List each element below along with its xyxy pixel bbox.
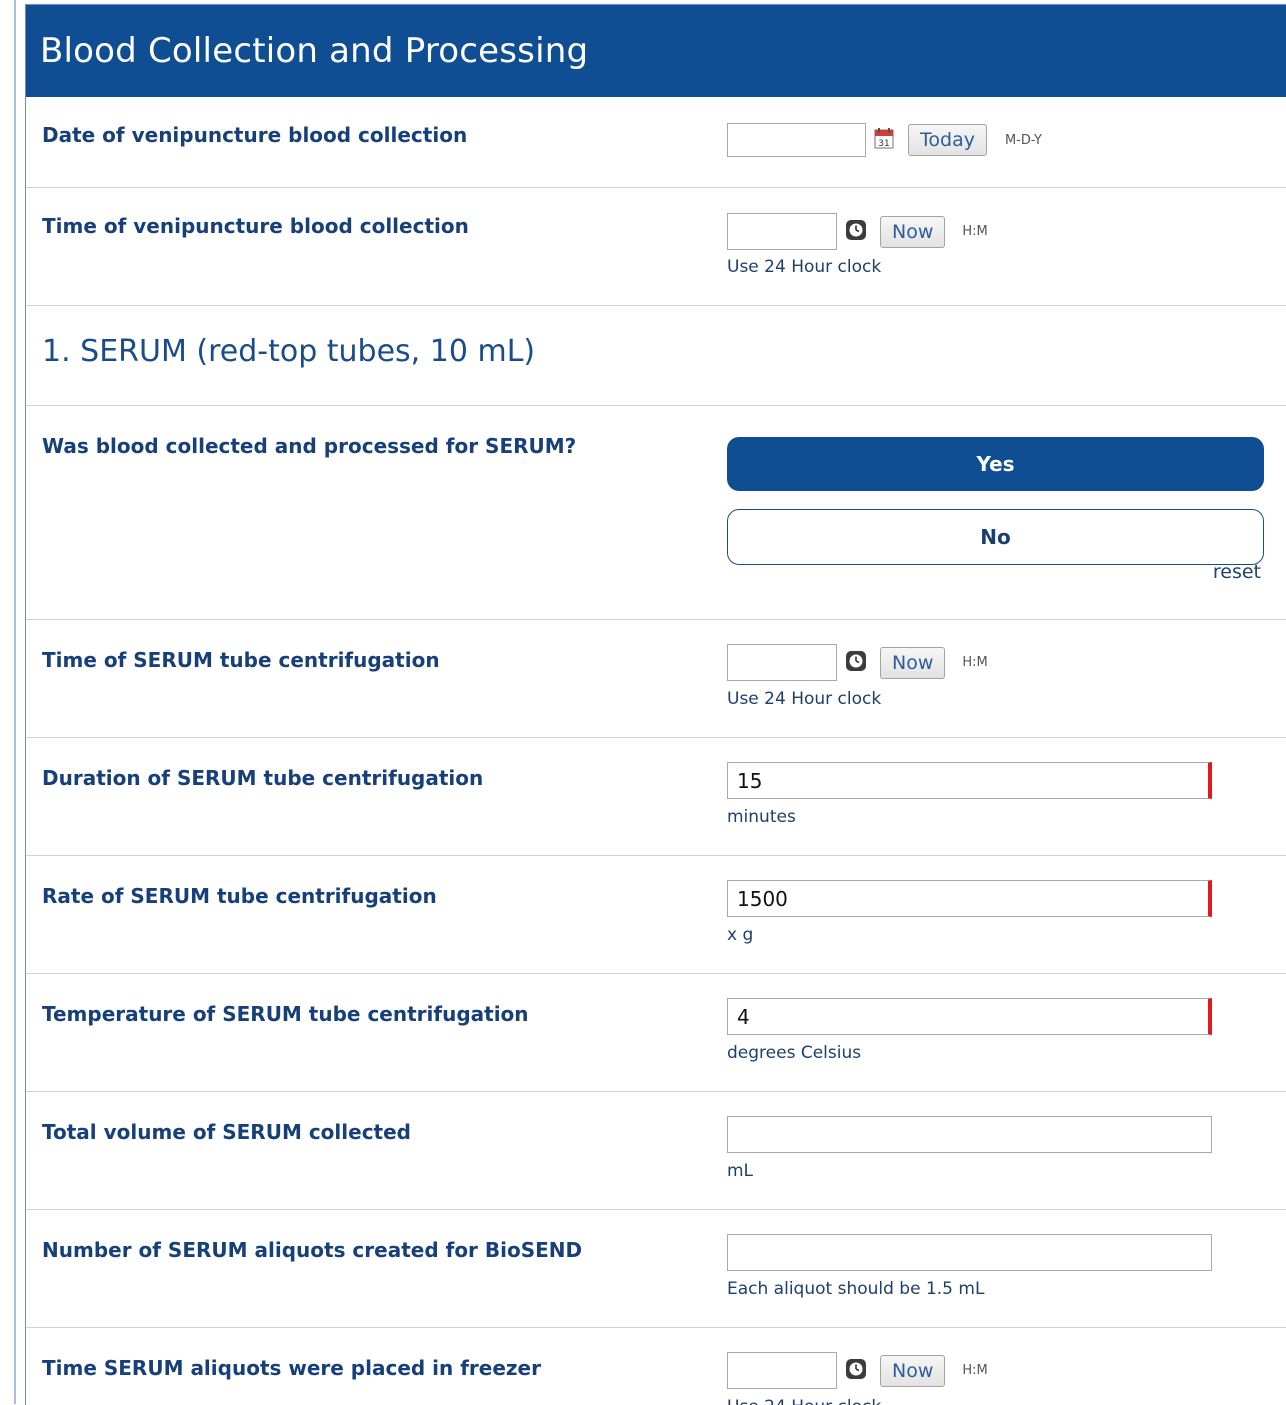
row-freezer-time: Time SERUM aliquots were placed in freez… <box>26 1328 1286 1405</box>
row-temperature: Temperature of SERUM tube centrifugation… <box>26 974 1286 1092</box>
time-format-hint: H:M <box>962 655 988 670</box>
time-centrifugation-input[interactable] <box>727 644 837 681</box>
row-time-collection: Time of venipuncture blood collection No… <box>26 188 1286 306</box>
row-serum-collected: Was blood collected and processed for SE… <box>26 406 1286 620</box>
aliquot-count-input[interactable] <box>727 1234 1212 1271</box>
serum-collected-label: Was blood collected and processed for SE… <box>42 434 577 458</box>
clock-note: Use 24 Hour clock <box>727 257 882 277</box>
time-format-hint: H:M <box>962 1363 988 1378</box>
duration-input[interactable] <box>727 762 1212 799</box>
row-aliquot-count: Number of SERUM aliquots created for Bio… <box>26 1210 1286 1328</box>
form-header: Blood Collection and Processing <box>26 5 1286 97</box>
svg-text:31: 31 <box>878 139 889 149</box>
freezer-time-label: Time SERUM aliquots were placed in freez… <box>42 1356 541 1380</box>
time-collection-input[interactable] <box>727 213 837 250</box>
today-button[interactable]: Today <box>908 124 987 156</box>
rate-unit: x g <box>727 925 754 945</box>
rate-label: Rate of SERUM tube centrifugation <box>42 884 437 908</box>
page-edge <box>14 0 16 1404</box>
calendar-icon[interactable]: 31 <box>874 127 894 153</box>
rate-input[interactable] <box>727 880 1212 917</box>
date-collection-label: Date of venipuncture blood collection <box>42 123 468 147</box>
row-rate: Rate of SERUM tube centrifugation x g <box>26 856 1286 974</box>
time-centrifugation-label: Time of SERUM tube centrifugation <box>42 648 440 672</box>
row-time-centrifugation: Time of SERUM tube centrifugation Now H:… <box>26 620 1286 738</box>
reset-link[interactable]: reset <box>1213 561 1261 583</box>
yes-option-button[interactable]: Yes <box>727 437 1264 491</box>
row-total-volume: Total volume of SERUM collected mL <box>26 1092 1286 1210</box>
duration-unit: minutes <box>727 807 796 827</box>
clock-icon[interactable] <box>845 650 867 676</box>
temperature-input[interactable] <box>727 998 1212 1035</box>
survey-form: Blood Collection and Processing Date of … <box>25 4 1286 1405</box>
clock-icon[interactable] <box>845 219 867 245</box>
date-format-hint: M-D-Y <box>1004 132 1042 148</box>
row-serum-section: 1. SERUM (red-top tubes, 10 mL) <box>26 306 1286 406</box>
total-volume-label: Total volume of SERUM collected <box>42 1120 411 1144</box>
total-volume-input[interactable] <box>727 1116 1212 1153</box>
now-button-collection[interactable]: Now <box>880 215 946 248</box>
time-format-hint: H:M <box>962 224 988 239</box>
form-title: Blood Collection and Processing <box>40 31 589 71</box>
freezer-time-input[interactable] <box>727 1352 837 1389</box>
row-duration: Duration of SERUM tube centrifugation mi… <box>26 738 1286 856</box>
no-option-button[interactable]: No <box>727 509 1264 565</box>
row-date-collection: Date of venipuncture blood collection 31… <box>26 97 1286 188</box>
time-collection-label: Time of venipuncture blood collection <box>42 214 469 238</box>
clock-note: Use 24 Hour clock <box>727 689 882 709</box>
date-collection-input[interactable] <box>727 123 866 157</box>
aliquot-count-label: Number of SERUM aliquots created for Bio… <box>42 1238 583 1262</box>
temperature-label: Temperature of SERUM tube centrifugation <box>42 1002 529 1026</box>
now-button-centrifugation[interactable]: Now <box>880 646 946 679</box>
now-button-freezer[interactable]: Now <box>880 1354 946 1387</box>
clock-icon[interactable] <box>845 1358 867 1384</box>
duration-label: Duration of SERUM tube centrifugation <box>42 766 484 790</box>
total-volume-unit: mL <box>727 1161 754 1181</box>
serum-section-title: 1. SERUM (red-top tubes, 10 mL) <box>42 334 536 369</box>
temperature-unit: degrees Celsius <box>727 1043 862 1063</box>
aliquot-note: Each aliquot should be 1.5 mL <box>727 1279 985 1299</box>
